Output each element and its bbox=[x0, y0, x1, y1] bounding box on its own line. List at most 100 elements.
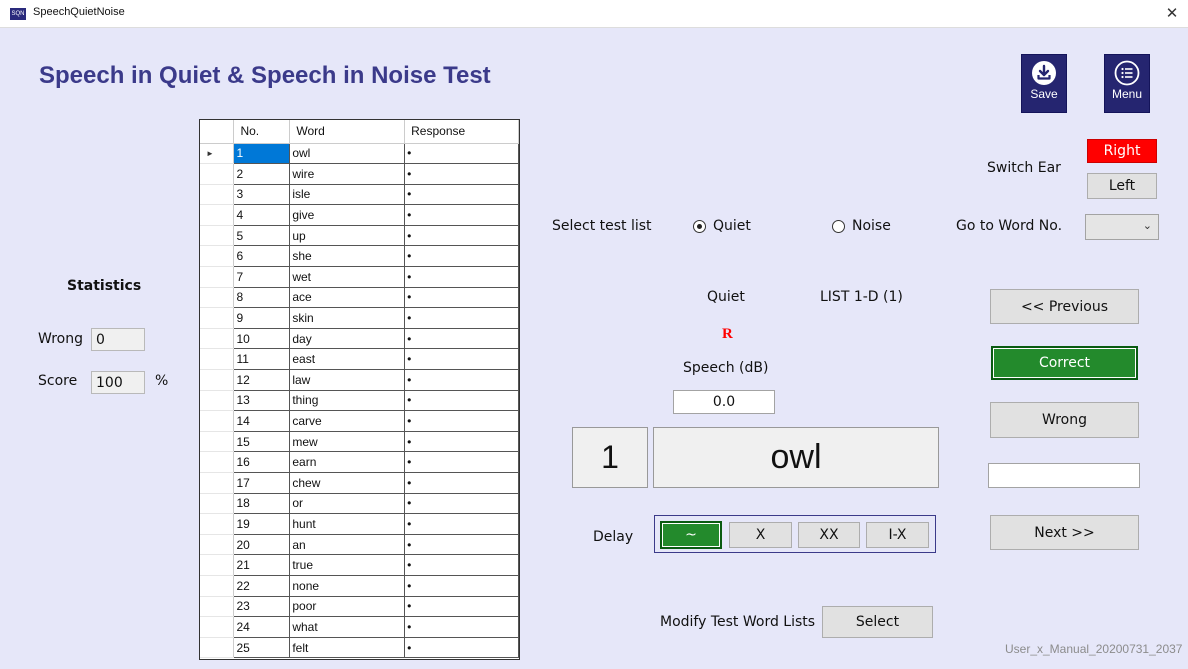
response-input[interactable] bbox=[988, 463, 1140, 488]
cell-word[interactable]: east bbox=[289, 348, 406, 371]
column-header-no[interactable]: No. bbox=[233, 120, 291, 144]
table-row[interactable]: 22 none • bbox=[200, 575, 519, 597]
row-header[interactable]: ► bbox=[200, 143, 235, 165]
save-button[interactable]: Save bbox=[1021, 54, 1067, 113]
row-header[interactable] bbox=[200, 513, 235, 535]
cell-response[interactable]: • bbox=[404, 204, 519, 226]
cell-no[interactable]: 25 bbox=[233, 637, 291, 659]
table-row[interactable]: 3 isle • bbox=[200, 184, 519, 206]
cell-word[interactable]: chew bbox=[289, 472, 406, 494]
table-row[interactable]: 9 skin • bbox=[200, 307, 519, 329]
table-row[interactable]: 11 east • bbox=[200, 348, 519, 371]
cell-word[interactable]: poor bbox=[289, 596, 406, 618]
word-list-grid[interactable]: No. Word Response ► 1 owl • 2 wire • 3 isle • 4 giv… bbox=[199, 119, 520, 660]
cell-word[interactable]: wet bbox=[289, 266, 406, 288]
table-row[interactable]: 6 she • bbox=[200, 245, 519, 268]
row-header[interactable] bbox=[200, 410, 235, 432]
row-header[interactable] bbox=[200, 225, 235, 247]
row-header[interactable] bbox=[200, 472, 235, 494]
row-header[interactable] bbox=[200, 204, 235, 226]
table-row[interactable]: ► 1 owl • bbox=[200, 143, 519, 165]
cell-response[interactable]: • bbox=[404, 596, 519, 618]
cell-no[interactable]: 10 bbox=[233, 328, 291, 350]
cell-word[interactable]: true bbox=[289, 554, 406, 576]
cell-no[interactable]: 7 bbox=[233, 266, 291, 288]
table-row[interactable]: 17 chew • bbox=[200, 472, 519, 494]
cell-response[interactable]: • bbox=[404, 266, 519, 288]
cell-response[interactable]: • bbox=[404, 287, 519, 309]
cell-word[interactable]: an bbox=[289, 534, 406, 556]
table-row[interactable]: 16 earn • bbox=[200, 451, 519, 473]
cell-no[interactable]: 21 bbox=[233, 554, 291, 576]
cell-no[interactable]: 22 bbox=[233, 575, 291, 597]
cell-word[interactable]: day bbox=[289, 328, 406, 350]
cell-word[interactable]: thing bbox=[289, 390, 406, 412]
row-header[interactable] bbox=[200, 554, 235, 576]
previous-button[interactable]: << Previous bbox=[990, 289, 1139, 324]
table-row[interactable]: 24 what • bbox=[200, 616, 519, 638]
cell-word[interactable]: she bbox=[289, 245, 406, 268]
cell-no[interactable]: 17 bbox=[233, 472, 291, 494]
cell-no[interactable]: 8 bbox=[233, 287, 291, 309]
table-row[interactable]: 25 felt • bbox=[200, 637, 519, 659]
cell-response[interactable]: • bbox=[404, 245, 519, 268]
speech-level-field[interactable]: 0.0 bbox=[673, 390, 775, 414]
cell-response[interactable]: • bbox=[404, 554, 519, 576]
cell-response[interactable]: • bbox=[404, 451, 519, 473]
row-header[interactable] bbox=[200, 493, 235, 515]
left-ear-button[interactable]: Left bbox=[1087, 173, 1157, 199]
cell-no[interactable]: 15 bbox=[233, 431, 291, 453]
cell-response[interactable]: • bbox=[404, 616, 519, 638]
row-header[interactable] bbox=[200, 266, 235, 288]
cell-no[interactable]: 23 bbox=[233, 596, 291, 618]
next-button[interactable]: Next >> bbox=[990, 515, 1139, 550]
cell-response[interactable]: • bbox=[404, 328, 519, 350]
table-row[interactable]: 7 wet • bbox=[200, 266, 519, 288]
table-row[interactable]: 14 carve • bbox=[200, 410, 519, 432]
cell-no[interactable]: 18 bbox=[233, 493, 291, 515]
table-row[interactable]: 4 give • bbox=[200, 204, 519, 226]
cell-response[interactable]: • bbox=[404, 493, 519, 515]
cell-response[interactable]: • bbox=[404, 307, 519, 329]
cell-response[interactable]: • bbox=[404, 348, 519, 371]
row-header[interactable] bbox=[200, 328, 235, 350]
cell-word[interactable]: isle bbox=[289, 184, 406, 206]
noise-radio[interactable]: Noise bbox=[832, 218, 891, 234]
cell-response[interactable]: • bbox=[404, 431, 519, 453]
table-row[interactable]: 15 mew • bbox=[200, 431, 519, 453]
cell-response[interactable]: • bbox=[404, 410, 519, 432]
right-ear-button[interactable]: Right bbox=[1087, 139, 1157, 163]
row-header[interactable] bbox=[200, 451, 235, 473]
table-row[interactable]: 19 hunt • bbox=[200, 513, 519, 535]
cell-no[interactable]: 20 bbox=[233, 534, 291, 556]
cell-response[interactable]: • bbox=[404, 225, 519, 247]
cell-word[interactable]: skin bbox=[289, 307, 406, 329]
cell-word[interactable]: or bbox=[289, 493, 406, 515]
cell-no[interactable]: 3 bbox=[233, 184, 291, 206]
cell-response[interactable]: • bbox=[404, 472, 519, 494]
row-header[interactable] bbox=[200, 390, 235, 412]
table-row[interactable]: 21 true • bbox=[200, 554, 519, 576]
row-header[interactable] bbox=[200, 245, 235, 268]
cell-no[interactable]: 13 bbox=[233, 390, 291, 412]
cell-word[interactable]: what bbox=[289, 616, 406, 638]
row-header[interactable] bbox=[200, 287, 235, 309]
table-row[interactable]: 5 up • bbox=[200, 225, 519, 247]
cell-no[interactable]: 4 bbox=[233, 204, 291, 226]
cell-word[interactable]: wire bbox=[289, 163, 406, 185]
cell-response[interactable]: • bbox=[404, 369, 519, 391]
cell-word[interactable]: carve bbox=[289, 410, 406, 432]
cell-word[interactable]: law bbox=[289, 369, 406, 391]
close-icon[interactable]: ✕ bbox=[1162, 2, 1182, 24]
cell-word[interactable]: up bbox=[289, 225, 406, 247]
cell-no[interactable]: 14 bbox=[233, 410, 291, 432]
delay-option-tilde[interactable]: ~ bbox=[660, 521, 722, 549]
delay-option-i-x[interactable]: I-X bbox=[866, 522, 929, 548]
cell-response[interactable]: • bbox=[404, 637, 519, 659]
cell-no[interactable]: 16 bbox=[233, 451, 291, 473]
row-header[interactable] bbox=[200, 637, 235, 659]
table-row[interactable]: 8 ace • bbox=[200, 287, 519, 309]
correct-button[interactable]: Correct bbox=[991, 346, 1138, 380]
cell-word[interactable]: ace bbox=[289, 287, 406, 309]
row-header[interactable] bbox=[200, 575, 235, 597]
